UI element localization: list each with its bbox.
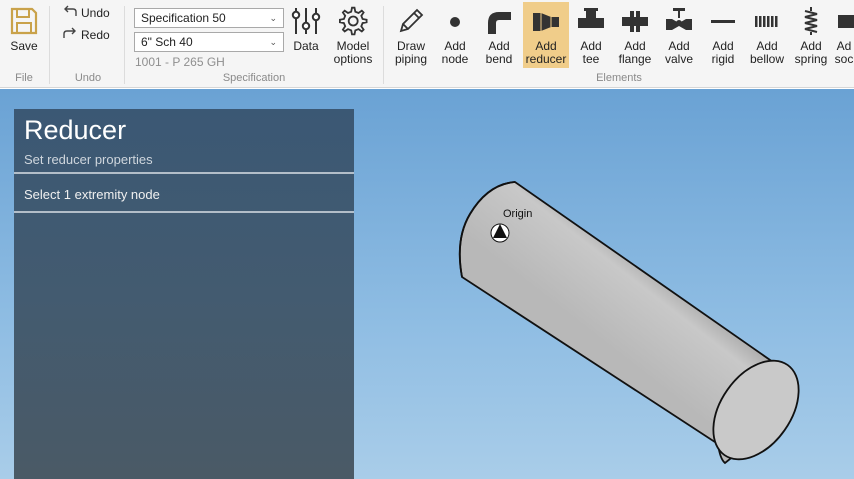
add-tee-label-line1: Add — [580, 39, 602, 53]
flange-icon — [618, 2, 652, 40]
undo-icon — [62, 5, 78, 20]
socket-icon — [834, 2, 854, 40]
model-options-label-line1: Model — [336, 39, 370, 53]
save-button[interactable]: Save — [4, 2, 44, 68]
add-flange-label: Add flange — [619, 40, 652, 66]
rigid-icon — [706, 2, 740, 40]
add-spring-label-line1: Add — [800, 39, 822, 53]
add-rigid-label-line1: Add — [712, 39, 734, 53]
add-valve-label-line2: valve — [664, 52, 693, 66]
add-node-label: Add node — [442, 40, 469, 66]
undo-group: Undo Redo Undo — [50, 0, 126, 88]
model-options-label: Model options — [334, 40, 373, 66]
specification-group-label: Specification — [222, 72, 286, 84]
panel-step-instruction: Select 1 extremity node — [24, 187, 160, 202]
panel-divider — [14, 211, 354, 213]
pipe-size-select-value: 6" Sch 40 — [141, 35, 193, 49]
redo-button[interactable]: Redo — [62, 27, 110, 42]
add-flange-button[interactable]: Add flange — [614, 2, 656, 68]
add-socket-button[interactable]: Ad soc — [834, 2, 854, 68]
add-spring-label-line2: spring — [794, 52, 828, 66]
reducer-icon — [529, 2, 563, 40]
add-rigid-label-line2: rigid — [711, 52, 735, 66]
redo-label: Redo — [81, 27, 110, 42]
add-flange-label-line2: flange — [618, 52, 652, 66]
node-dot-icon — [438, 2, 472, 40]
add-rigid-button[interactable]: Add rigid — [702, 2, 744, 68]
add-node-button[interactable]: Add node — [434, 2, 476, 68]
add-valve-button[interactable]: Add valve — [658, 2, 700, 68]
draw-piping-label-line2: piping — [394, 52, 428, 66]
tee-icon — [574, 2, 608, 40]
specification-select[interactable]: Specification 50 ⌄ — [134, 8, 284, 28]
origin-label: Origin — [503, 208, 533, 220]
draw-piping-button[interactable]: Draw piping — [390, 2, 432, 68]
elements-group-label: Elements — [596, 72, 642, 84]
add-tee-label: Add tee — [580, 40, 601, 66]
add-socket-label-line1: Ad — [836, 39, 852, 53]
add-bend-label: Add bend — [486, 40, 513, 66]
redo-icon — [62, 27, 78, 42]
file-group: Save File — [0, 0, 48, 88]
add-flange-label-line1: Add — [624, 39, 646, 53]
add-tee-button[interactable]: Add tee — [570, 2, 612, 68]
reducer-properties-panel: Reducer Set reducer properties Select 1 … — [14, 109, 354, 479]
specification-group: Specification 50 ⌄ 6" Sch 40 ⌄ 1001 - P … — [125, 0, 383, 88]
undo-label: Undo — [81, 5, 110, 20]
gear-icon — [336, 2, 370, 40]
add-bellow-label: Add bellow — [750, 40, 784, 66]
add-bend-button[interactable]: Add bend — [478, 2, 520, 68]
add-valve-label-line1: Add — [668, 39, 690, 53]
undo-button[interactable]: Undo — [62, 5, 110, 20]
draw-piping-label: Draw piping — [395, 40, 427, 66]
panel-subtitle: Set reducer properties — [24, 152, 153, 167]
model-options-button[interactable]: Model options — [329, 2, 377, 68]
material-text: 1001 - P 265 GH — [135, 55, 225, 69]
add-bend-label-line2: bend — [485, 52, 513, 66]
add-reducer-label-line2: reducer — [525, 52, 567, 66]
draw-piping-label-line1: Draw — [396, 39, 425, 53]
elements-group: Draw piping Add node Add bend Add reducer Ad — [384, 0, 854, 88]
bellow-icon — [750, 2, 784, 40]
add-spring-button[interactable]: Add spring — [790, 2, 832, 68]
add-bellow-button[interactable]: Add bellow — [745, 2, 789, 68]
chevron-down-icon: ⌄ — [269, 12, 277, 23]
add-spring-label: Add spring — [795, 40, 828, 66]
save-icon — [7, 2, 41, 40]
spring-icon — [794, 2, 828, 40]
save-label: Save — [10, 39, 38, 53]
ribbon-toolbar: Save File Undo Redo Undo Specification 5… — [0, 0, 854, 88]
undo-group-label: Undo — [74, 72, 102, 84]
model-options-label-line2: options — [333, 52, 373, 66]
add-node-label-line1: Add — [444, 39, 466, 53]
add-socket-label-line2: soc — [834, 52, 854, 66]
pipe-size-select[interactable]: 6" Sch 40 ⌄ — [134, 32, 284, 52]
add-bellow-label-line1: Add — [756, 39, 778, 53]
add-reducer-label-line1: Add — [535, 39, 557, 53]
data-button[interactable]: Data — [287, 2, 325, 68]
add-valve-label: Add valve — [665, 40, 693, 66]
panel-title: Reducer — [24, 115, 127, 145]
data-label: Data — [293, 39, 319, 53]
panel-divider — [14, 172, 354, 174]
3d-viewport[interactable]: Origin Reducer Set reducer properties Se… — [0, 89, 854, 479]
add-rigid-label: Add rigid — [712, 40, 735, 66]
add-reducer-label: Add reducer — [526, 40, 567, 66]
add-socket-label: Ad soc — [835, 40, 854, 66]
sliders-icon — [289, 2, 323, 40]
bend-pipe-icon — [482, 2, 516, 40]
specification-select-value: Specification 50 — [141, 11, 226, 25]
add-node-label-line2: node — [441, 52, 469, 66]
chevron-down-icon: ⌄ — [269, 36, 277, 47]
add-reducer-button[interactable]: Add reducer — [523, 2, 569, 68]
valve-icon — [662, 2, 696, 40]
add-bellow-label-line2: bellow — [749, 52, 785, 66]
add-bend-label-line1: Add — [488, 39, 510, 53]
pencil-icon — [394, 2, 428, 40]
origin-node-marker[interactable] — [490, 223, 510, 243]
add-tee-label-line2: tee — [582, 52, 600, 66]
file-group-label: File — [15, 72, 33, 84]
